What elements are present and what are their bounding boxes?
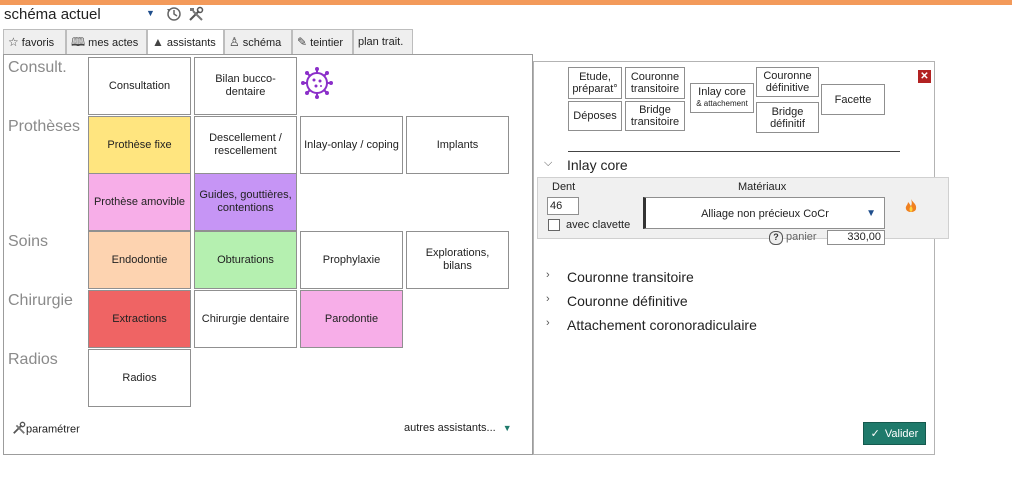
inlay-core-button[interactable]: Inlay core & attachement bbox=[690, 83, 754, 113]
section-attachement[interactable]: Attachement coronoradiculaire bbox=[567, 317, 757, 333]
tab-teintier[interactable]: ✎ teintier bbox=[292, 29, 353, 54]
tab-favoris[interactable]: ☆ favoris bbox=[3, 29, 66, 54]
materiaux-label: Matériaux bbox=[738, 181, 787, 193]
prothese-fixe-button[interactable]: Prothèse fixe bbox=[88, 116, 191, 174]
guides-button[interactable]: Guides, gouttières, contentions bbox=[194, 173, 297, 231]
prothese-amovible-button[interactable]: Prothèse amovible bbox=[88, 173, 191, 231]
deposes-button[interactable]: Déposes bbox=[568, 101, 622, 131]
assistants-panel: Consult. Prothèses Soins Chirurgie Radio… bbox=[3, 54, 533, 455]
brush-icon: ✎ bbox=[297, 35, 308, 49]
tooth-icon: ♙ bbox=[229, 35, 240, 49]
price-input[interactable]: 330,00 bbox=[827, 230, 885, 245]
radios-button[interactable]: Radios bbox=[88, 349, 191, 407]
help-icon[interactable]: ? bbox=[769, 231, 783, 245]
tab-label: favoris bbox=[21, 37, 55, 49]
inlay-onlay-button[interactable]: Inlay-onlay / coping bbox=[300, 116, 403, 174]
bridge-transitoire-button[interactable]: Bridge transitoire bbox=[625, 101, 685, 131]
etude-button[interactable]: Etude, préparat° bbox=[568, 67, 622, 99]
book-icon: 🕮 bbox=[71, 35, 86, 49]
check-icon: ✓ bbox=[870, 428, 880, 440]
valider-button[interactable]: ✓ Valider bbox=[863, 422, 926, 445]
bilan-button[interactable]: Bilan bucco-dentaire bbox=[194, 57, 297, 115]
chevron-right-icon[interactable]: › bbox=[546, 293, 550, 305]
tab-plan-trait[interactable]: plan trait. bbox=[353, 29, 413, 54]
endodontie-button[interactable]: Endodontie bbox=[88, 231, 191, 289]
window-top-border bbox=[0, 0, 1012, 5]
section-couronne-definitive[interactable]: Couronne définitive bbox=[567, 293, 688, 309]
chevron-down-icon: ▼ bbox=[146, 8, 155, 18]
section-inlay-core-title[interactable]: Inlay core bbox=[567, 157, 628, 173]
schema-dropdown-value: schéma actuel bbox=[4, 6, 101, 23]
consultation-button[interactable]: Consultation bbox=[88, 57, 191, 115]
tab-assistants[interactable]: ▲ assistants bbox=[147, 29, 224, 55]
tab-label: assistants bbox=[166, 37, 216, 49]
prophylaxie-button[interactable]: Prophylaxie bbox=[300, 231, 403, 289]
inlay-core-sublabel: & attachement bbox=[696, 99, 748, 108]
chevron-down-icon[interactable]: ⌵ bbox=[544, 157, 552, 170]
descellement-button[interactable]: Descellement / rescellement bbox=[194, 116, 297, 174]
history-icon[interactable] bbox=[165, 6, 183, 24]
schema-dropdown[interactable]: schéma actuel ▼ bbox=[4, 6, 159, 24]
tab-label: mes actes bbox=[88, 37, 139, 49]
star-icon: ☆ bbox=[8, 35, 19, 49]
chevron-right-icon[interactable]: › bbox=[546, 269, 550, 281]
dent-input[interactable]: 46 bbox=[547, 197, 579, 215]
explorations-button[interactable]: Explorations, bilans bbox=[406, 231, 509, 289]
tab-label: plan trait. bbox=[358, 36, 404, 48]
category-radios: Radios bbox=[8, 351, 58, 368]
facette-button[interactable]: Facette bbox=[821, 84, 885, 115]
valider-label: Valider bbox=[884, 427, 919, 440]
parametrer-label: paramétrer bbox=[26, 423, 80, 436]
panier-label: panier bbox=[786, 231, 817, 243]
materiaux-select[interactable]: Alliage non précieux CoCr ▼ bbox=[643, 197, 885, 229]
close-icon[interactable]: ✕ bbox=[918, 70, 931, 83]
caret-down-icon: ▼ bbox=[502, 423, 512, 433]
tab-mes-actes[interactable]: 🕮 mes actes bbox=[66, 29, 147, 54]
autres-assistants-dropdown[interactable]: autres assistants... ▼ bbox=[404, 422, 512, 434]
tab-schema[interactable]: ♙ schéma bbox=[224, 29, 292, 54]
parametrer-link[interactable]: paramétrer bbox=[12, 421, 80, 438]
separator bbox=[568, 151, 900, 152]
avec-clavette-label: avec clavette bbox=[566, 219, 631, 231]
dent-label: Dent bbox=[552, 181, 576, 193]
flame-icon[interactable] bbox=[904, 198, 918, 217]
avec-clavette-checkbox[interactable] bbox=[548, 219, 560, 231]
tab-bar: ☆ favoris 🕮 mes actes ▲ assistants ♙ schéma … bbox=[3, 29, 413, 55]
category-chirurgie: Chirurgie bbox=[8, 292, 73, 309]
virus-icon[interactable] bbox=[301, 67, 333, 99]
couronne-definitive-button[interactable]: Couronne définitive bbox=[756, 67, 819, 97]
wizard-hat-icon: ▲ bbox=[152, 35, 164, 49]
inlay-core-panel: Etude, préparat° Couronne transitoire In… bbox=[533, 61, 949, 455]
autres-assistants-label: autres assistants... bbox=[404, 422, 496, 434]
couronne-transitoire-button[interactable]: Couronne transitoire bbox=[625, 67, 685, 99]
inlay-core-editor: Dent 46 avec clavette Matériaux Alliage … bbox=[537, 177, 949, 245]
tab-label: teintier bbox=[310, 37, 344, 49]
chevron-right-icon[interactable]: › bbox=[546, 317, 550, 329]
category-soins: Soins bbox=[8, 233, 49, 250]
implants-button[interactable]: Implants bbox=[406, 116, 509, 174]
tab-label: schéma bbox=[242, 37, 282, 49]
obturations-button[interactable]: Obturations bbox=[194, 231, 297, 289]
category-protheses: Prothèses bbox=[8, 118, 81, 135]
chevron-down-icon: ▼ bbox=[866, 208, 876, 219]
materiaux-value: Alliage non précieux CoCr bbox=[701, 208, 829, 220]
bridge-definitif-button[interactable]: Bridge définitif bbox=[756, 102, 819, 133]
tools-icon bbox=[12, 421, 26, 438]
chirurgie-dentaire-button[interactable]: Chirurgie dentaire bbox=[194, 290, 297, 348]
parodontie-button[interactable]: Parodontie bbox=[300, 290, 403, 348]
inlay-core-label: Inlay core bbox=[698, 86, 746, 98]
section-couronne-transitoire[interactable]: Couronne transitoire bbox=[567, 269, 694, 285]
extractions-button[interactable]: Extractions bbox=[88, 290, 191, 348]
tools-icon[interactable] bbox=[187, 6, 205, 24]
category-consult: Consult. bbox=[8, 59, 67, 76]
